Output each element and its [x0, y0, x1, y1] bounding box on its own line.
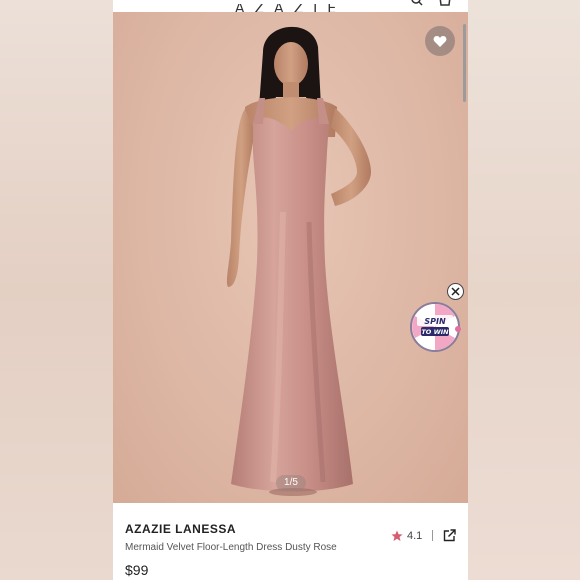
product-name: Mermaid Velvet Floor-Length Dress Dusty … [125, 542, 337, 553]
product-price: $99 [125, 562, 149, 578]
star-icon [391, 530, 403, 541]
spin-to-win-widget[interactable]: SPIN TO WIN [409, 301, 461, 353]
product-brand: AZAZIE LANESSA [125, 522, 237, 536]
top-bar: AZAZIE [113, 0, 468, 12]
heart-icon [433, 35, 447, 47]
product-image[interactable]: 1/5 [113, 12, 468, 503]
image-pager: 1/5 [276, 475, 306, 491]
to-win-label: TO WIN [421, 328, 449, 336]
close-promo-button[interactable] [447, 283, 464, 300]
background-blur-right [468, 0, 580, 580]
share-icon[interactable] [443, 529, 456, 542]
divider [432, 530, 434, 541]
background-blur-left [0, 0, 113, 580]
cart-icon[interactable] [439, 0, 451, 6]
spin-label: SPIN [424, 317, 446, 326]
product-info: AZAZIE LANESSA Mermaid Velvet Floor-Leng… [113, 503, 468, 580]
rating-value: 4.1 [407, 529, 423, 542]
scrollbar[interactable] [463, 24, 466, 102]
rating-group[interactable]: 4.1 [391, 529, 456, 542]
favorite-button[interactable] [425, 26, 455, 56]
close-icon [451, 287, 460, 296]
search-icon[interactable] [411, 0, 423, 6]
model-photo [226, 26, 371, 496]
phone-screen: AZAZIE 1/5 SPIN TO WIN AZAZIE LANESSA Me… [113, 0, 468, 580]
site-logo[interactable]: AZAZIE [235, 4, 346, 12]
